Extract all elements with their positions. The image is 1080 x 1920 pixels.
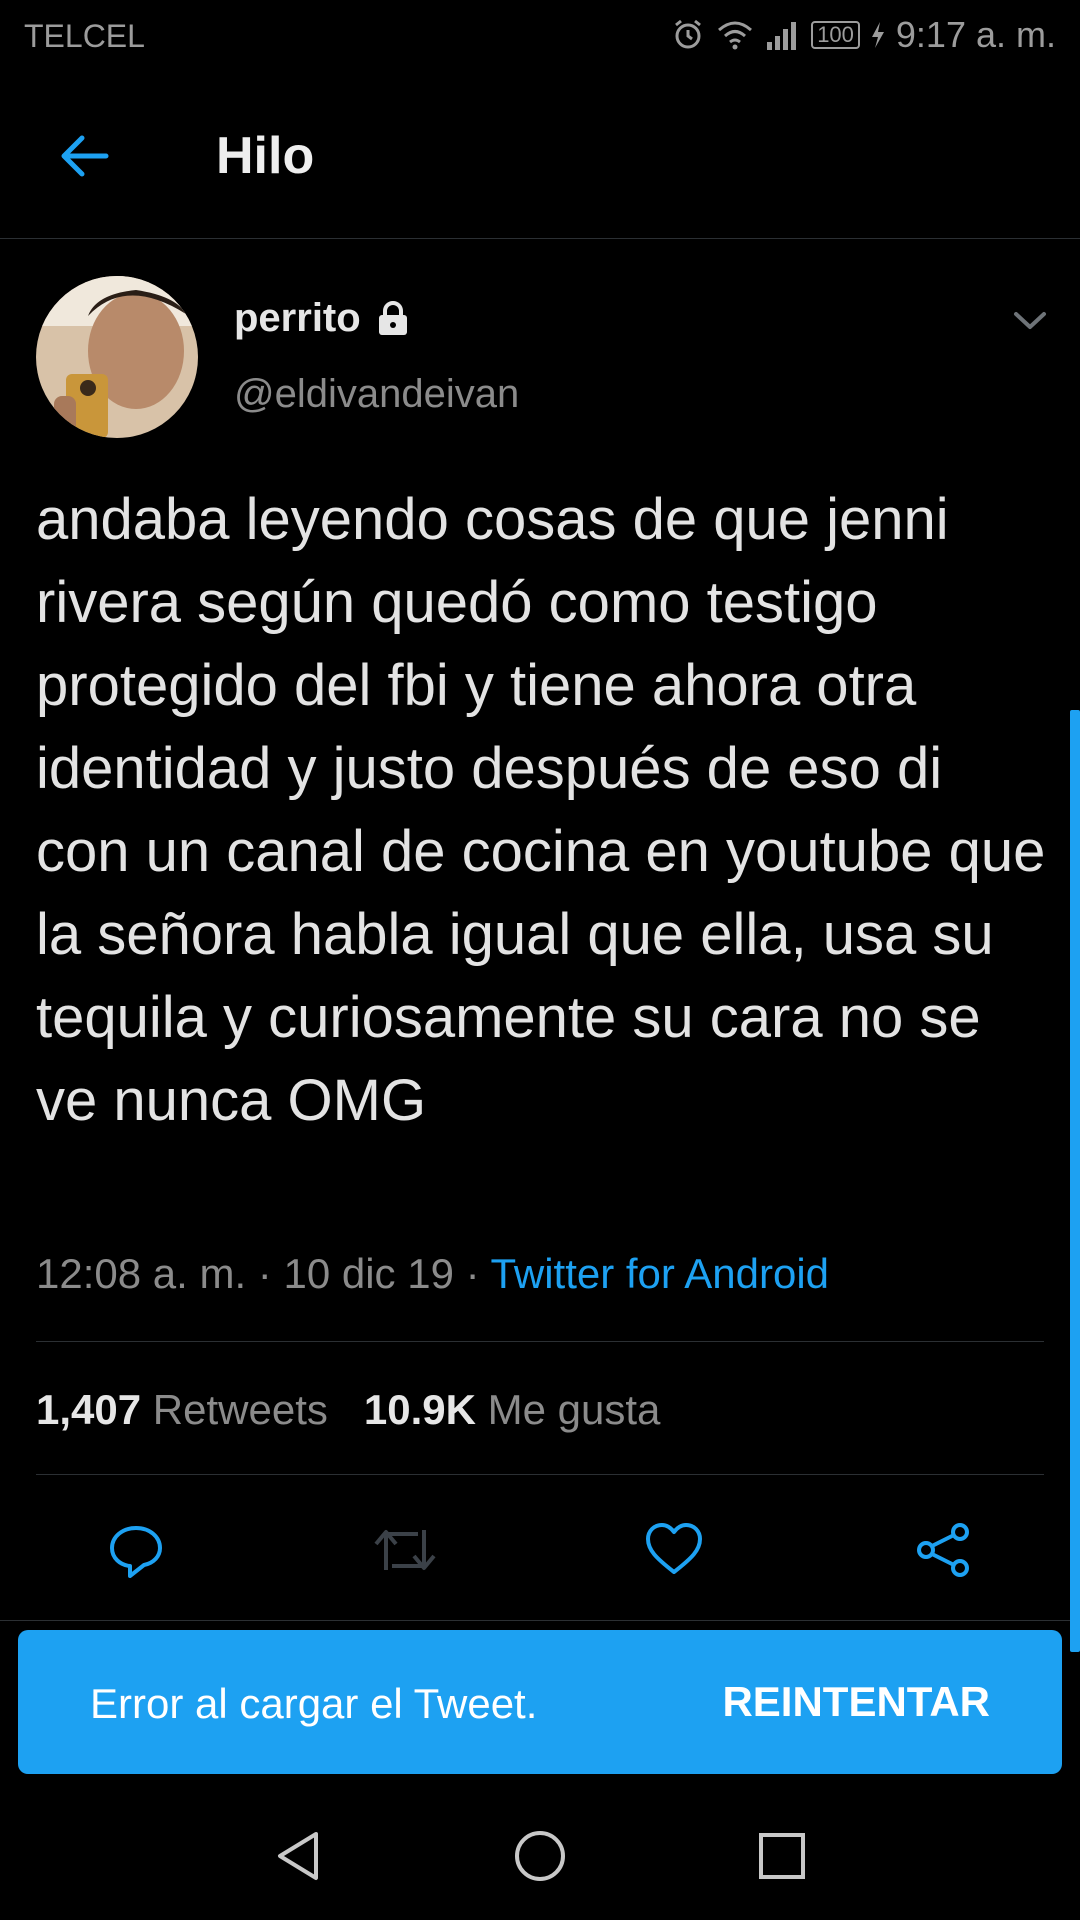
like-icon [646, 1523, 702, 1574]
actions-divider [0, 1620, 1080, 1621]
status-icons: 100 9:17 a. m. [671, 14, 1056, 56]
header-divider [0, 238, 1080, 239]
avatar-image [36, 276, 198, 438]
meta-separator: · [465, 1250, 480, 1297]
charging-icon [871, 22, 884, 48]
tweet-date: 10 dic 19 [283, 1250, 454, 1297]
nav-home-button[interactable] [510, 1826, 570, 1886]
status-time: 9:17 a. m. [895, 14, 1056, 55]
lock-icon [378, 300, 407, 335]
retweets-stat[interactable]: 1,407 Retweets [36, 1386, 328, 1434]
tweet-menu-button[interactable] [1010, 300, 1050, 340]
likes-count: 10.9K [363, 1386, 476, 1433]
circle-home-icon [515, 1831, 565, 1881]
author-handle[interactable]: @eldivandeivan [234, 372, 519, 417]
retweets-count: 1,407 [36, 1386, 142, 1433]
avatar[interactable] [36, 276, 198, 438]
author-name-row: perrito [234, 296, 411, 341]
tweet-meta: 12:08 a. m. · 10 dic 19 · Twitter for An… [36, 1250, 829, 1298]
meta-separator: · [257, 1250, 272, 1297]
alarm-icon [675, 19, 702, 49]
likes-stat[interactable]: 10.9K Me gusta [364, 1386, 661, 1434]
share-button[interactable] [914, 1520, 974, 1580]
retweet-button[interactable] [372, 1520, 436, 1580]
wifi-icon [718, 21, 753, 50]
page-title: Hilo [216, 127, 315, 185]
stats-divider [36, 1474, 1044, 1475]
meta-divider [36, 1341, 1044, 1342]
nav-recents-button[interactable] [752, 1826, 812, 1886]
retry-button[interactable]: REINTENTAR [722, 1678, 990, 1726]
likes-label: Me gusta [487, 1386, 661, 1433]
reply-icon [110, 1526, 162, 1578]
retweets-label: Retweets [152, 1386, 328, 1433]
error-message: Error al cargar el Tweet. [90, 1680, 538, 1727]
reply-button[interactable] [106, 1520, 166, 1580]
back-button[interactable] [56, 126, 116, 186]
share-icon [917, 1523, 969, 1577]
tweet-source-link[interactable]: Twitter for Android [491, 1250, 829, 1297]
battery-icon: 100 [811, 21, 860, 49]
like-button[interactable] [644, 1520, 704, 1580]
carrier-label: TELCEL [24, 18, 145, 54]
tweet-stats: 1,407 Retweets 10.9K Me gusta [36, 1386, 660, 1434]
tweet-text: andaba leyendo cosas de que jenni rivera… [36, 487, 1046, 1133]
tweet-time: 12:08 a. m. [36, 1250, 247, 1297]
signal-icon [767, 22, 797, 50]
chevron-down-icon [1014, 312, 1046, 329]
author-name[interactable]: perrito [234, 296, 361, 341]
triangle-back-icon [278, 1832, 318, 1880]
retweet-icon [374, 1530, 436, 1570]
scrollbar[interactable] [1070, 710, 1080, 1652]
arrow-left-icon [61, 135, 109, 177]
nav-back-button[interactable] [270, 1826, 330, 1886]
square-recents-icon [759, 1833, 805, 1879]
